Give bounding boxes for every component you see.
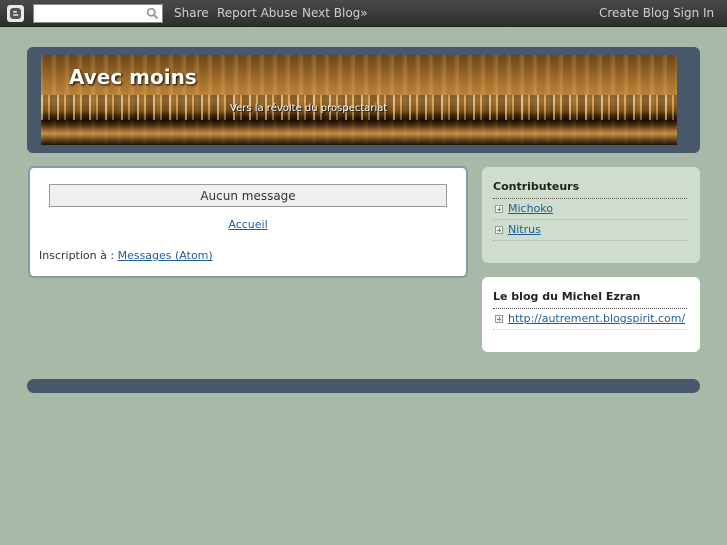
contributors-title: Contributeurs [493, 180, 687, 199]
search-icon[interactable] [146, 7, 159, 23]
external-blog-link[interactable]: http://autrement.blogspirit.com/ [508, 312, 685, 325]
blog-link-widget: Le blog du Michel Ezran http://autrement… [482, 277, 700, 352]
contributor-item: Nitrus [493, 221, 687, 241]
blog-title[interactable]: Avec moins [69, 65, 197, 89]
header-image: Avec moins Vers la révolte du prospectar… [41, 55, 677, 145]
plus-square-icon [495, 205, 503, 213]
home-link-container: Accueil [30, 218, 466, 231]
blogger-navbar: Share Report Abuse Next Blog» Create Blo… [0, 0, 727, 27]
blogger-logo-icon[interactable] [7, 5, 24, 22]
main-column: Aucun message Accueil Inscription à : Me… [28, 166, 468, 278]
subscribe-label: Inscription à : [39, 249, 118, 262]
next-blog-link[interactable]: Next Blog» [302, 6, 368, 20]
navbar-search-box [33, 4, 163, 23]
blog-description: Vers la révolte du prospectariat [230, 103, 388, 114]
subscribe-line: Inscription à : Messages (Atom) [39, 249, 213, 262]
home-link[interactable]: Accueil [228, 218, 267, 231]
sign-in-link[interactable]: Sign In [673, 6, 714, 20]
footer-bar [27, 379, 700, 393]
contributors-widget: Contributeurs Michoko Nitrus [482, 167, 700, 263]
plus-square-icon [495, 315, 503, 323]
plus-square-icon [495, 226, 503, 234]
blog-link-title: Le blog du Michel Ezran [493, 290, 687, 309]
blog-header: Avec moins Vers la révolte du prospectar… [27, 47, 700, 153]
report-abuse-link[interactable]: Report Abuse [217, 6, 298, 20]
create-blog-link[interactable]: Create Blog [599, 6, 669, 20]
contributor-link-nitrus[interactable]: Nitrus [508, 223, 541, 236]
blog-link-item: http://autrement.blogspirit.com/ [493, 310, 687, 330]
contributor-link-michoko[interactable]: Michoko [508, 202, 553, 215]
no-messages-notice: Aucun message [49, 184, 447, 207]
navbar-search-input[interactable] [34, 5, 144, 22]
share-link[interactable]: Share [174, 6, 209, 20]
atom-feed-link[interactable]: Messages (Atom) [118, 249, 213, 262]
contributor-item: Michoko [493, 200, 687, 220]
